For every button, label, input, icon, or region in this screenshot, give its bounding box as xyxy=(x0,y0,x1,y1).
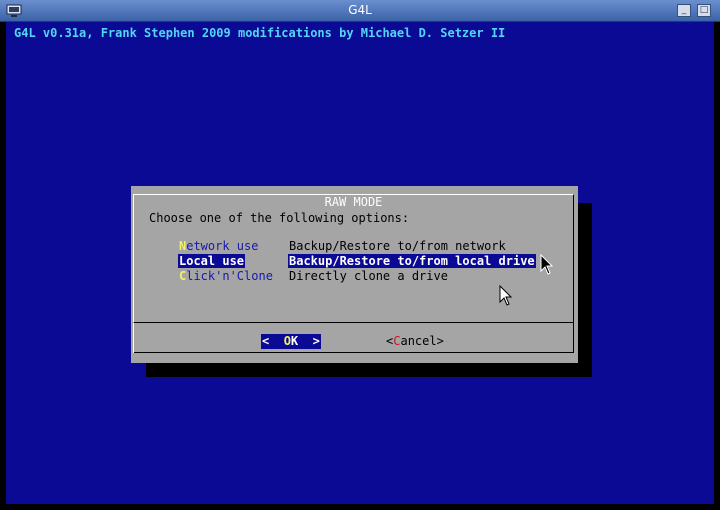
mouse-pointer-icon xyxy=(540,254,554,275)
menu-item-description: Backup/Restore to/from local drive xyxy=(288,254,536,268)
menu-item-tag: Click'n'Clone xyxy=(178,269,274,283)
menu-item-network-use[interactable]: Network use Backup/Restore to/from netwo… xyxy=(178,239,506,254)
dialog-prompt: Choose one of the following options: xyxy=(149,211,410,225)
menu-item-tag-rest: lick'n'Clone xyxy=(186,269,273,283)
menu-item-click-n-clone[interactable]: Click'n'Clone Directly clone a drive xyxy=(178,269,448,284)
ok-button-left: < xyxy=(262,334,284,348)
cancel-button-rest: ancel> xyxy=(400,334,444,348)
backtitle: G4L v0.31a, Frank Stephen 2009 modificat… xyxy=(14,26,506,40)
mouse-pointer-icon xyxy=(499,285,513,306)
button-bar: < OK > <Cancel> xyxy=(133,322,574,353)
minimize-icon[interactable]: _ xyxy=(677,4,691,17)
dialog-title-text: RAW MODE xyxy=(322,195,385,209)
menu-item-description: Backup/Restore to/from network xyxy=(289,239,506,253)
menu-item-tag: Local use xyxy=(178,254,246,268)
cancel-button[interactable]: <Cancel> xyxy=(386,334,444,349)
terminal-window: G4L _ □ G4L v0.31a, Frank Stephen 2009 m… xyxy=(0,0,720,510)
window-title: G4L xyxy=(348,3,372,17)
menu-item-description: Directly clone a drive xyxy=(289,269,448,283)
window-titlebar[interactable]: G4L _ □ xyxy=(0,0,720,22)
menu-item-tag: Network use xyxy=(178,239,259,253)
ok-button[interactable]: < OK > xyxy=(261,334,321,349)
maximize-icon[interactable]: □ xyxy=(697,4,711,17)
dialog-title: RAW MODE xyxy=(134,195,573,209)
raw-mode-dialog: RAW MODE Choose one of the following opt… xyxy=(131,186,578,363)
menu-item-local-use[interactable]: Local use Backup/Restore to/from local d… xyxy=(178,254,536,269)
menu-item-tag-rest: ocal use xyxy=(186,254,245,268)
ok-button-hotkey: O xyxy=(283,334,291,348)
ok-button-rest: K > xyxy=(290,334,320,348)
console-screen: G4L v0.31a, Frank Stephen 2009 modificat… xyxy=(6,22,714,504)
menu-item-tag-rest: etwork use xyxy=(186,239,259,253)
